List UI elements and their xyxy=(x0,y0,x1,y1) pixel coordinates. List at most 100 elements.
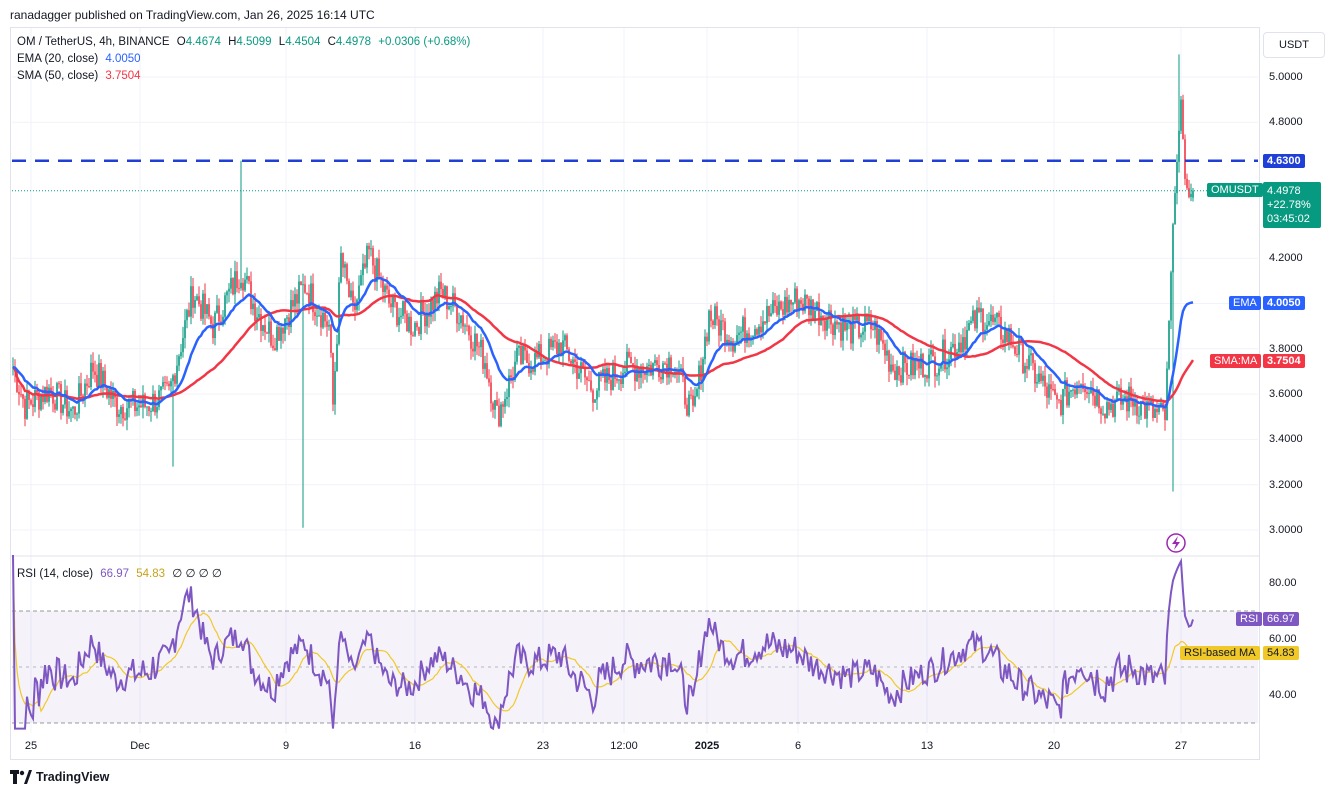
candle-body xyxy=(208,304,210,317)
candle-body xyxy=(996,312,998,318)
candle-body xyxy=(344,264,346,268)
candle-body xyxy=(922,353,924,377)
candle-body xyxy=(1170,272,1172,321)
candle-body xyxy=(498,405,500,427)
candle-body xyxy=(712,320,714,325)
candle-body xyxy=(960,342,962,353)
time-tick-2: 9 xyxy=(282,740,290,752)
rsi-ma-name-tag: RSI-based MA xyxy=(1180,646,1260,660)
candle-body xyxy=(254,303,256,322)
candle-body xyxy=(696,389,698,397)
candle-body xyxy=(928,354,930,379)
candle-body xyxy=(86,383,88,386)
candle-body xyxy=(196,296,198,301)
candle-body xyxy=(938,368,940,376)
time-tick-6: 2025 xyxy=(694,740,720,752)
candle-body xyxy=(456,305,458,324)
candle-body xyxy=(476,333,478,347)
candle-body xyxy=(1182,99,1184,140)
last-price-value: 4.4978 xyxy=(1267,185,1301,197)
candle-body xyxy=(616,378,618,381)
candle-body xyxy=(384,285,386,292)
candle-body xyxy=(630,356,632,364)
candle-body xyxy=(172,375,174,382)
candle-body xyxy=(366,245,368,268)
candle-body xyxy=(700,365,702,382)
candle-body xyxy=(1088,392,1090,394)
candle-body xyxy=(994,317,996,322)
candle-body xyxy=(1072,389,1074,391)
candle-body xyxy=(526,350,528,363)
candle-body xyxy=(858,315,860,338)
candle-body xyxy=(790,299,792,305)
candle-body xyxy=(496,400,498,406)
price-legend: OM / TetherUS, 4h, BINANCE O4.4674 H4.50… xyxy=(17,36,474,48)
ema-legend[interactable]: EMA (20, close) 4.0050 xyxy=(17,53,145,65)
time-tick-3: 16 xyxy=(408,740,422,752)
candle-body xyxy=(656,360,658,365)
candle-body xyxy=(872,329,874,331)
candle-body xyxy=(812,299,814,321)
symbol-label[interactable]: OM / TetherUS, 4h, BINANCE xyxy=(17,36,170,48)
candle-body xyxy=(964,337,966,350)
candle-body xyxy=(1188,187,1190,198)
candle-body xyxy=(472,348,474,352)
lightning-icon[interactable] xyxy=(1166,533,1186,553)
candle-body xyxy=(796,288,798,312)
candle-body xyxy=(186,310,188,321)
candle-body xyxy=(850,322,852,344)
candle-body xyxy=(820,315,822,326)
candle-body xyxy=(772,300,774,314)
candle-body xyxy=(136,407,138,411)
rsi-legend[interactable]: RSI (14, close) 66.97 54.83 ∅ ∅ ∅ ∅ xyxy=(17,566,226,580)
candle-body xyxy=(70,408,72,412)
candle-body xyxy=(840,322,842,341)
time-tick-5: 12:00 xyxy=(610,740,638,752)
candle-body xyxy=(478,346,480,348)
candle-body xyxy=(1102,413,1104,415)
candle-body xyxy=(492,403,494,410)
candle-body xyxy=(788,299,790,313)
candle-body xyxy=(1184,139,1186,179)
low-value: 4.4504 xyxy=(285,36,321,48)
candle-body xyxy=(124,418,126,420)
candle-body xyxy=(660,376,662,380)
candle-body xyxy=(76,413,78,415)
candle-body xyxy=(432,299,434,311)
candle-body xyxy=(544,360,546,362)
candle-body xyxy=(800,300,802,304)
tradingview-logo[interactable]: TradingView xyxy=(10,770,109,784)
candle-body xyxy=(636,368,638,382)
candle-body xyxy=(138,405,140,408)
candle-body xyxy=(412,334,414,336)
candle-body xyxy=(694,396,696,406)
candle-body xyxy=(936,375,938,377)
chart-svg[interactable] xyxy=(0,0,1338,796)
candle-body xyxy=(1056,394,1058,400)
sma-name-tag: SMA:MA xyxy=(1210,354,1262,368)
candle-body xyxy=(266,332,268,334)
candle-body xyxy=(200,304,202,319)
candle-body xyxy=(986,325,988,330)
candle-body xyxy=(178,356,180,366)
rsi-value-tag: 66.97 xyxy=(1263,612,1299,626)
candle-body xyxy=(720,320,722,336)
candle-body xyxy=(302,284,304,286)
currency-unit-button[interactable]: USDT xyxy=(1263,32,1325,58)
candle-body xyxy=(902,351,904,383)
candle-body xyxy=(342,253,344,268)
candle-body xyxy=(334,371,336,405)
candle-body xyxy=(588,380,590,382)
rsi-ma-legend-value: 54.83 xyxy=(136,568,166,580)
candle-body xyxy=(554,340,556,342)
candle-body xyxy=(516,347,518,362)
candle-body xyxy=(206,304,208,314)
price-tick-5: 3.6000 xyxy=(1269,388,1303,401)
candle-body xyxy=(188,310,190,317)
sma-legend[interactable]: SMA (50, close) 3.7504 xyxy=(17,70,145,82)
candle-body xyxy=(210,316,212,324)
candle-body xyxy=(68,411,70,417)
candle-body xyxy=(270,321,272,346)
candle-body xyxy=(716,306,718,320)
candle-body xyxy=(1058,399,1060,401)
